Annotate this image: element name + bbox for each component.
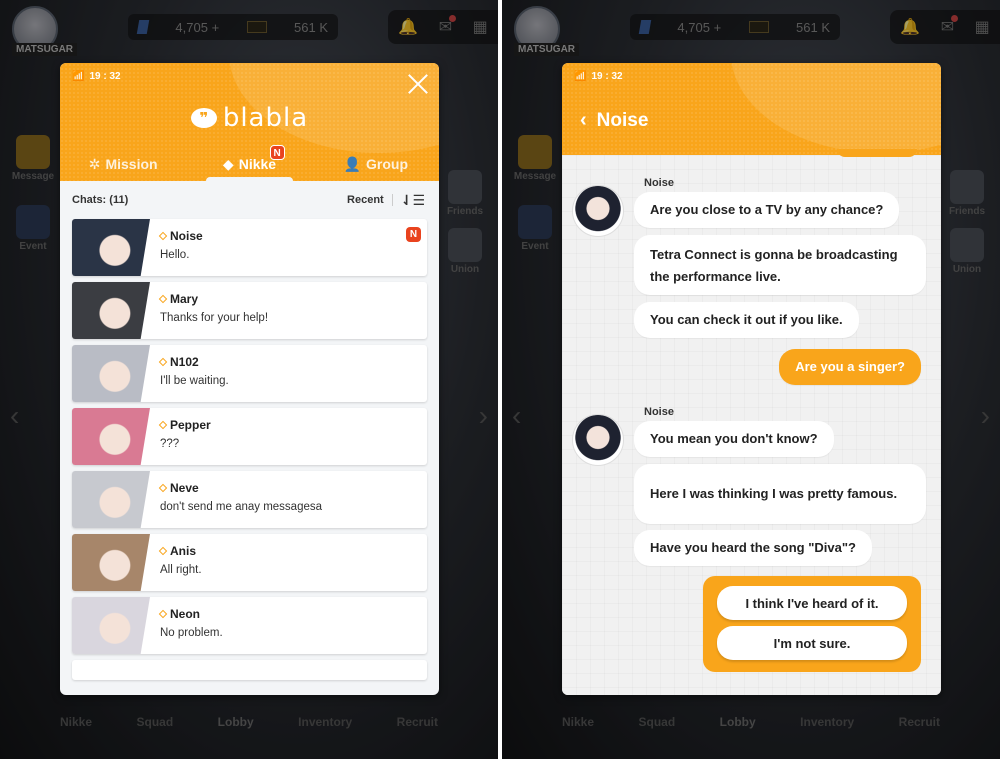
tab-group[interactable]: 👤 Group	[313, 147, 439, 181]
blabla-chat-list-panel: 📶 19 : 32 ❞ blabla ✲ Mission ◆ Nikke N 👤…	[60, 63, 439, 695]
chat-last-message: don't send me anay messagesa	[160, 501, 323, 513]
blabla-conversation-panel: 📶 19 : 32 ‹ Noise Noise Are you close to…	[562, 63, 941, 695]
character-portrait	[72, 597, 150, 654]
reply-choice-1[interactable]: I think I've heard of it.	[717, 586, 907, 620]
chat-text: Mary Thanks for your help!	[150, 282, 268, 339]
chat-last-message: All right.	[160, 564, 202, 576]
reply-choice-2[interactable]: I'm not sure.	[717, 626, 907, 660]
diamond-icon	[158, 546, 168, 556]
chat-text: N102 I'll be waiting.	[150, 345, 229, 402]
diamond-icon	[158, 357, 168, 367]
character-portrait	[72, 345, 150, 402]
sender-avatar[interactable]	[572, 414, 624, 466]
mission-icon: ✲	[88, 155, 101, 172]
wifi-icon: 📶	[72, 71, 85, 82]
left-screen: MATSUGAR 4,705 + 561 K 🔔 ✉ ▦ Message Eve…	[0, 0, 498, 759]
back-chevron-icon: ‹	[580, 109, 587, 131]
chat-last-message: Thanks for your help!	[160, 312, 269, 324]
character-portrait	[72, 282, 150, 339]
chat-text: Neon No problem.	[150, 597, 223, 654]
conversation-title: Noise	[596, 109, 649, 131]
chat-last-message: No problem.	[160, 627, 223, 639]
character-portrait	[72, 471, 150, 528]
chat-list-item[interactable]: Noise Hello. N	[72, 219, 427, 276]
sender-name: Noise	[644, 406, 674, 418]
tab-label: Group	[366, 156, 409, 172]
chat-name: Neon	[158, 607, 223, 621]
divider	[391, 194, 393, 206]
chat-name: N102	[158, 355, 229, 369]
chat-list: Noise Hello. N Mary Thanks for your help! N10…	[60, 219, 439, 680]
my-message-bubble: Are you a singer?	[779, 349, 921, 385]
chats-count: Chats: (11)	[72, 194, 129, 206]
chat-name: Noise	[158, 229, 203, 243]
status-bar: 📶 19 : 32	[72, 71, 121, 82]
chat-last-message: ???	[160, 438, 180, 450]
diamond-icon	[158, 294, 168, 304]
chat-text: Neve don't send me anay messagesa	[150, 471, 322, 528]
new-badge: N	[406, 227, 421, 242]
chat-name: Mary	[158, 292, 268, 306]
sort-order-icon[interactable]: ⇃☰	[401, 192, 425, 209]
sender-avatar[interactable]	[572, 185, 624, 237]
logo-text: blabla	[222, 103, 309, 133]
chat-list-header: Chats: (11) Recent ⇃☰	[60, 181, 439, 219]
close-button[interactable]	[407, 73, 429, 95]
chat-list-item[interactable]: Neve don't send me anay messagesa	[72, 471, 427, 528]
clock: 19 : 32	[591, 71, 623, 82]
chat-list-item-partial[interactable]	[72, 660, 427, 680]
chat-text: Pepper???	[150, 408, 211, 465]
clock: 19 : 32	[89, 71, 121, 82]
message-bubble: You mean you don't know?	[634, 421, 834, 457]
diamond-icon	[158, 609, 168, 619]
character-portrait	[72, 534, 150, 591]
panel-header: 📶 19 : 32 ❞ blabla ✲ Mission ◆ Nikke N 👤…	[60, 63, 439, 181]
message-bubble: Have you heard the song "Diva"?	[634, 530, 872, 566]
chat-last-message: Hello.	[160, 249, 190, 261]
chat-list-item[interactable]: Mary Thanks for your help!	[72, 282, 427, 339]
message-thread[interactable]: Noise Are you close to a TV by any chanc…	[562, 149, 941, 695]
conversation-header: 📶 19 : 32 ‹ Noise	[562, 63, 941, 155]
chat-list-item[interactable]: N102 I'll be waiting.	[72, 345, 427, 402]
sort-control: Recent ⇃☰	[347, 192, 425, 209]
message-bubble: Are you close to a TV by any chance?	[634, 192, 900, 228]
speech-bubble-icon: ❞	[190, 108, 217, 128]
chat-name: Pepper	[158, 418, 211, 432]
character-portrait	[72, 219, 150, 276]
diamond-icon: ◆	[222, 155, 234, 172]
sort-label[interactable]: Recent	[347, 194, 384, 206]
chat-name: Anis	[158, 544, 202, 558]
diamond-icon	[158, 231, 168, 241]
back-button[interactable]: ‹ Noise	[580, 109, 648, 132]
chat-list-item[interactable]: Neon No problem.	[72, 597, 427, 654]
new-badge: N	[269, 145, 285, 160]
message-bubble: You can check it out if you like.	[634, 302, 859, 338]
tab-mission[interactable]: ✲ Mission	[60, 147, 186, 181]
chat-list-item[interactable]: Pepper???	[72, 408, 427, 465]
tab-nikke[interactable]: ◆ Nikke N	[186, 145, 312, 181]
chat-text: Noise Hello.	[150, 219, 203, 276]
status-bar: 📶 19 : 32	[574, 71, 623, 82]
tab-bar: ✲ Mission ◆ Nikke N 👤 Group	[60, 145, 439, 181]
chat-list-item[interactable]: Anis All right.	[72, 534, 427, 591]
chat-last-message: I'll be waiting.	[160, 375, 229, 387]
chat-text: Anis All right.	[150, 534, 202, 591]
chat-name: Neve	[158, 481, 322, 495]
wifi-icon: 📶	[574, 71, 587, 82]
reply-choices: I think I've heard of it. I'm not sure.	[703, 576, 921, 672]
diamond-icon	[158, 483, 168, 493]
character-portrait	[72, 408, 150, 465]
person-icon: 👤	[343, 155, 362, 172]
previous-message-stub	[837, 149, 917, 157]
right-screen: MATSUGAR 4,705 + 561 K 🔔 ✉ ▦ Message Eve…	[502, 0, 1000, 759]
diamond-icon	[158, 420, 168, 430]
message-bubble: Here I was thinking I was pretty famous.	[634, 464, 926, 524]
message-bubble: Tetra Connect is gonna be broadcasting t…	[634, 235, 926, 295]
tab-label: Mission	[105, 156, 158, 172]
sender-name: Noise	[644, 177, 674, 189]
blabla-logo: ❞ blabla	[60, 103, 439, 133]
